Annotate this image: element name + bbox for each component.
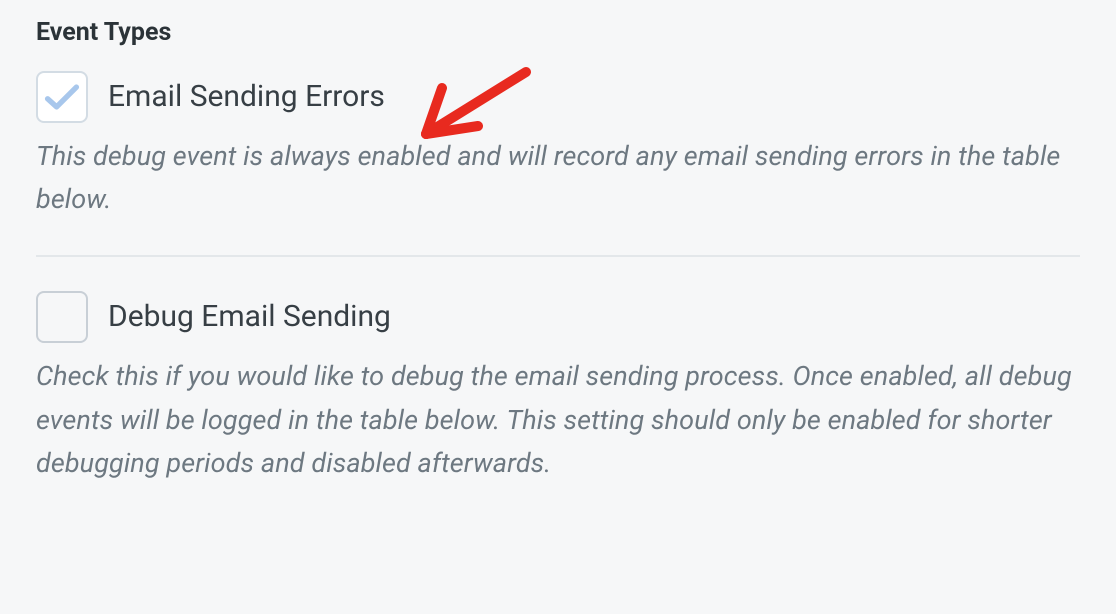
check-icon	[44, 82, 80, 112]
option-debug-sending: Debug Email Sending	[36, 291, 1080, 343]
debug-sending-checkbox[interactable]	[36, 291, 88, 343]
option-email-errors: Email Sending Errors	[36, 71, 1080, 123]
email-errors-label: Email Sending Errors	[108, 79, 385, 115]
divider	[36, 255, 1080, 257]
email-errors-description: This debug event is always enabled and w…	[36, 135, 1080, 221]
email-errors-checkbox[interactable]	[36, 71, 88, 123]
event-types-heading: Event Types	[36, 18, 1080, 47]
debug-sending-label: Debug Email Sending	[108, 299, 391, 335]
debug-sending-description: Check this if you would like to debug th…	[36, 355, 1080, 485]
